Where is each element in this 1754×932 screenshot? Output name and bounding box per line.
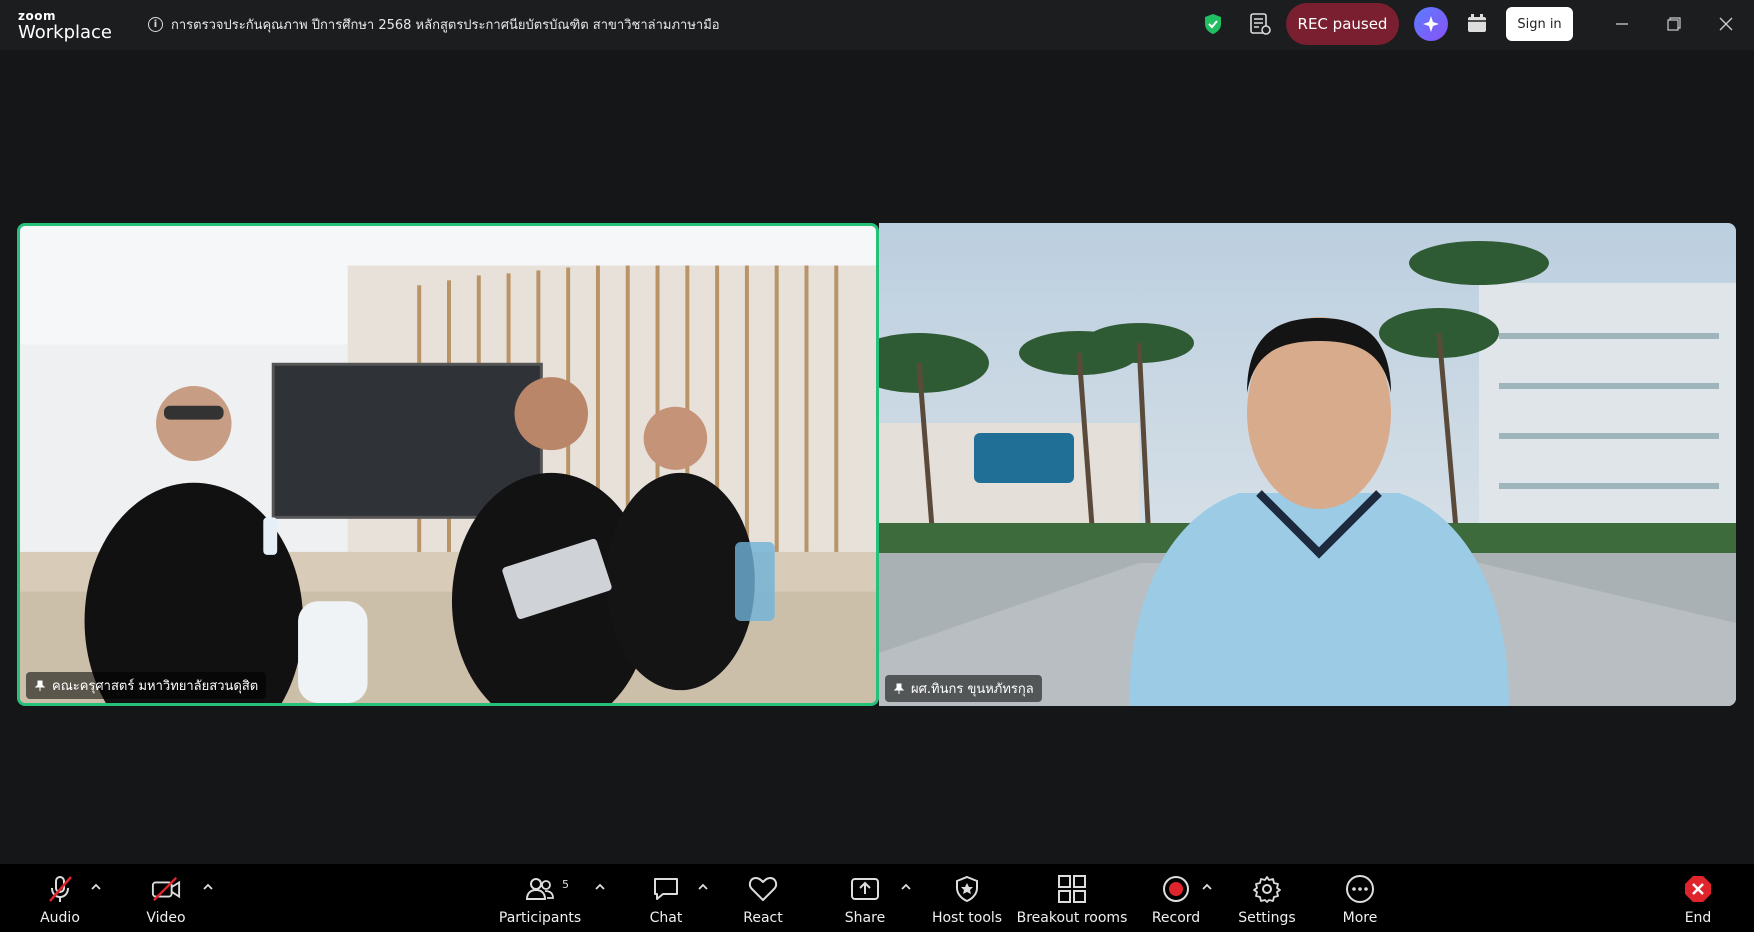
meeting-notes-icon[interactable] [1249, 12, 1271, 36]
video-button[interactable]: Video [140, 864, 192, 932]
pin-icon [893, 683, 905, 694]
video-options-chevron-up-icon[interactable] [201, 880, 215, 894]
restore-icon[interactable] [1662, 12, 1686, 36]
video-off-icon [151, 874, 181, 904]
pin-icon [34, 680, 46, 691]
participants-options-chevron-up-icon[interactable] [593, 880, 607, 894]
sparkle-icon [1423, 16, 1439, 32]
host-tools-button[interactable]: Host tools [931, 864, 1003, 932]
share-screen-icon [850, 874, 880, 904]
meeting-controls-toolbar: Audio Video 5 Participants Chat React Sh… [0, 864, 1754, 932]
participant-name-tag: คณะครุศาสตร์ มหาวิทยาลัยสวนดุสิต [26, 672, 267, 699]
logo-brand-bottom: Workplace [18, 22, 113, 43]
react-button[interactable]: React [743, 864, 783, 932]
breakout-rooms-icon [1057, 874, 1087, 904]
record-button[interactable]: Record [1151, 864, 1201, 932]
virtual-background-video [879, 223, 1736, 706]
ai-companion-button[interactable] [1414, 7, 1448, 41]
participants-button[interactable]: 5 Participants [498, 864, 582, 932]
encryption-shield-icon[interactable] [1204, 13, 1222, 35]
audio-button[interactable]: Audio [34, 864, 86, 932]
minimize-icon[interactable] [1610, 12, 1634, 36]
gear-icon [1252, 874, 1282, 904]
more-button[interactable]: More [1339, 864, 1381, 932]
conference-room-video [20, 226, 876, 703]
end-label: End [1684, 910, 1712, 926]
info-icon[interactable]: i [148, 17, 163, 32]
apps-icon[interactable] [1465, 12, 1489, 36]
audio-label: Audio [40, 910, 80, 926]
audio-options-chevron-up-icon[interactable] [89, 880, 103, 894]
meeting-info[interactable]: i การตรวจประกันคุณภาพ ปีการศึกษา 2568 หล… [148, 14, 720, 35]
participant-name: คณะครุศาสตร์ มหาวิทยาลัยสวนดุสิต [52, 679, 259, 694]
chat-options-chevron-up-icon[interactable] [696, 880, 710, 894]
logo-brand-top: zoom [18, 9, 56, 23]
share-button[interactable]: Share [843, 864, 887, 932]
chat-button[interactable]: Chat [646, 864, 686, 932]
breakout-rooms-button[interactable]: Breakout rooms [1017, 864, 1127, 932]
video-tile[interactable]: ผศ.ทินกร ขุนหภัทรกุล [879, 223, 1736, 706]
more-icon [1345, 874, 1375, 904]
react-label: React [743, 910, 783, 926]
heart-icon [748, 874, 778, 904]
recording-status-pill[interactable]: REC paused [1286, 3, 1399, 45]
muted-microphone-icon [45, 874, 75, 904]
close-icon[interactable] [1714, 12, 1738, 36]
host-tools-label: Host tools [931, 910, 1003, 926]
record-label: Record [1151, 910, 1201, 926]
record-options-chevron-up-icon[interactable] [1200, 880, 1214, 894]
settings-button[interactable]: Settings [1238, 864, 1296, 932]
participants-label: Participants [498, 910, 582, 926]
settings-label: Settings [1238, 910, 1296, 926]
end-icon [1683, 874, 1713, 904]
participant-name: ผศ.ทินกร ขุนหภัทรกุล [911, 682, 1034, 697]
participants-icon: 5 [525, 874, 569, 904]
participant-name-tag: ผศ.ทินกร ขุนหภัทรกุล [885, 675, 1042, 702]
more-label: More [1342, 910, 1378, 926]
share-label: Share [844, 910, 886, 926]
end-meeting-button[interactable]: End [1682, 864, 1714, 932]
host-shield-icon [952, 874, 982, 904]
title-bar: zoom Workplace i การตรวจประกันคุณภาพ ปีก… [0, 0, 1754, 50]
participants-count-badge: 5 [562, 878, 569, 891]
video-label: Video [146, 910, 186, 926]
meeting-title: การตรวจประกันคุณภาพ ปีการศึกษา 2568 หลัก… [171, 18, 720, 33]
zoom-logo: zoom Workplace [18, 10, 112, 42]
share-options-chevron-up-icon[interactable] [899, 880, 913, 894]
record-icon [1161, 874, 1191, 904]
breakout-rooms-label: Breakout rooms [1016, 910, 1128, 926]
sign-in-button[interactable]: Sign in [1506, 7, 1573, 41]
chat-icon [651, 874, 681, 904]
chat-label: Chat [649, 910, 683, 926]
video-tile-active-speaker[interactable]: คณะครุศาสตร์ มหาวิทยาลัยสวนดุสิต [17, 223, 879, 706]
